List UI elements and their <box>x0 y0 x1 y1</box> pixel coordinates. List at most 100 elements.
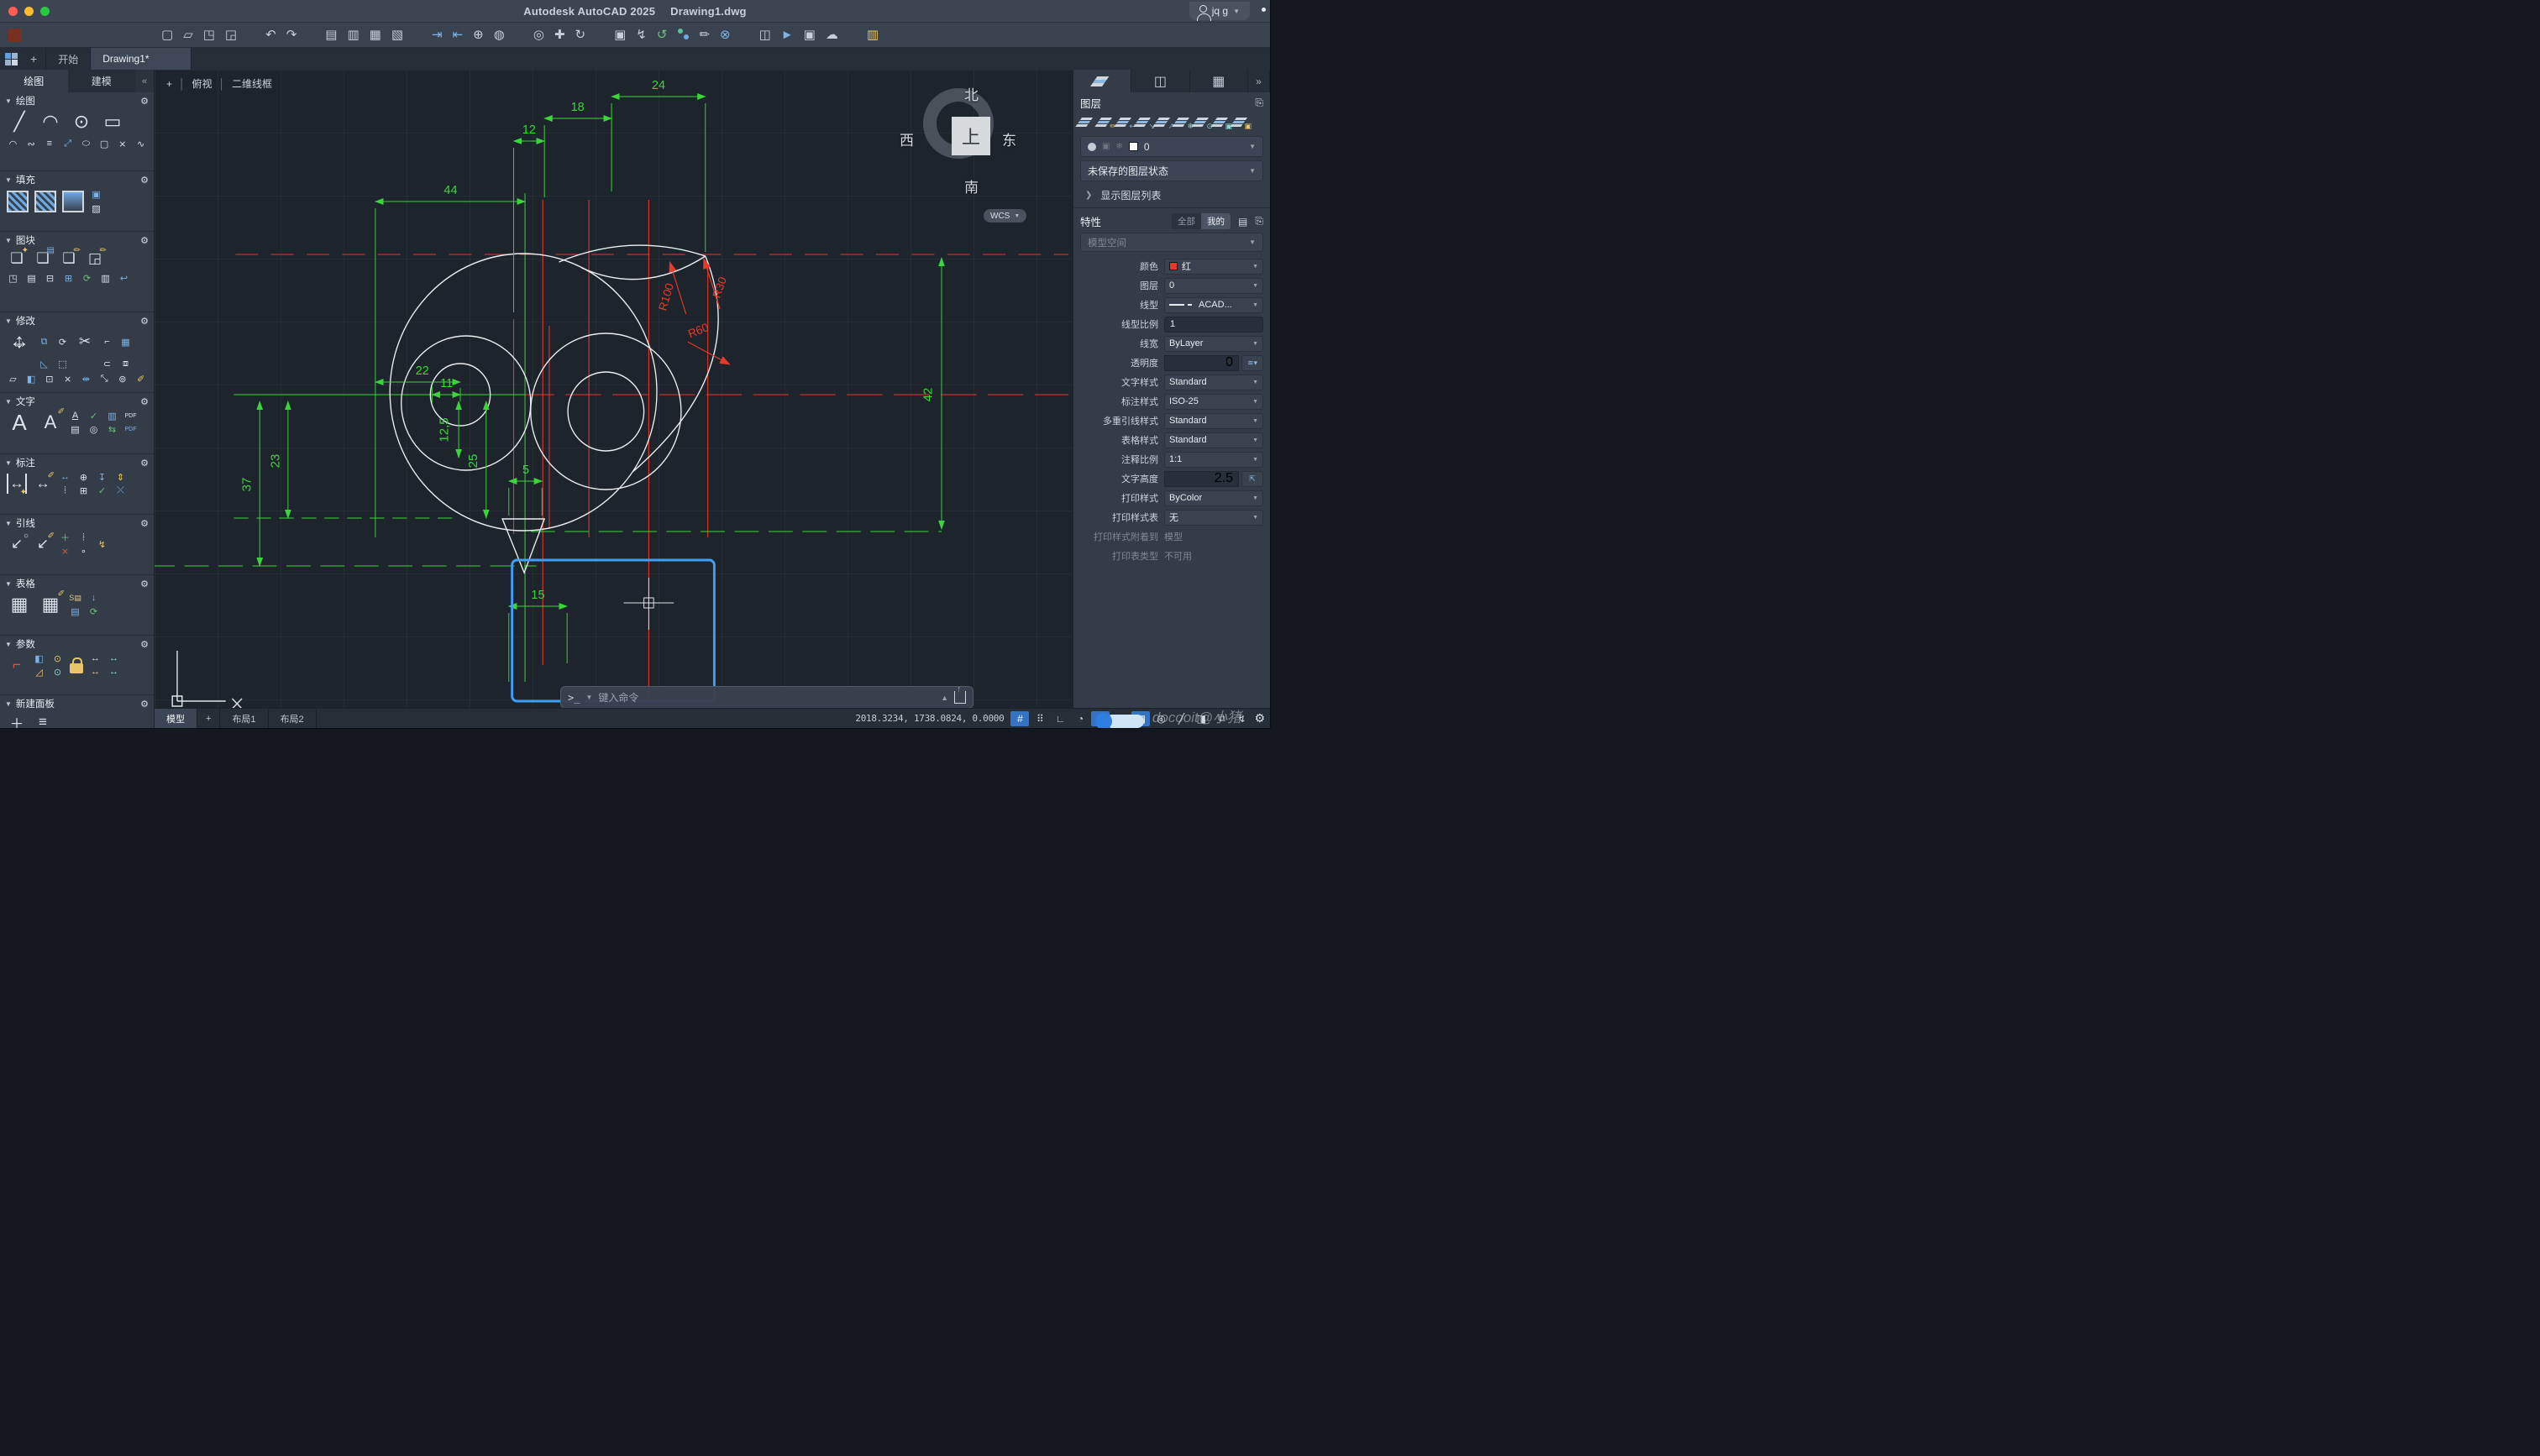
selection-cycling-button[interactable]: ⧉ <box>1212 711 1231 726</box>
tool-define-attribute-icon[interactable]: ⊞ <box>62 272 75 284</box>
tool-baseline-dim-icon[interactable]: ⦙ <box>59 484 71 496</box>
tool-offset-icon[interactable]: ⊂ <box>101 358 113 369</box>
property-control-打印样式[interactable]: ByColor ▼ <box>1164 490 1263 506</box>
tool-break-dim-icon[interactable]: ⤬ <box>114 484 127 496</box>
point-style-button[interactable] <box>672 28 694 42</box>
tool-hatch2-icon[interactable] <box>34 190 56 212</box>
tool-constraint-bulb2-icon[interactable]: ⊙ <box>51 666 64 678</box>
tool-dim-constraint4-icon[interactable]: ↔ <box>108 666 120 678</box>
tool-mtext-icon[interactable]: A <box>7 410 32 435</box>
filter-mine-button[interactable]: 我的 <box>1201 213 1231 229</box>
tool-show-constraints-icon[interactable]: ◿ <box>33 666 45 678</box>
tool-find-text-icon[interactable]: ◎ <box>87 423 100 435</box>
tool-stretch-icon[interactable]: ▱ <box>7 373 19 385</box>
tool-spell-check-icon[interactable]: ✓ <box>87 410 100 422</box>
tool-arc-icon[interactable]: ◠ <box>38 109 63 134</box>
tool-hatch-icon[interactable] <box>7 190 29 212</box>
isodraft-button[interactable]: ╱ <box>1172 711 1190 726</box>
tool-leader-style-icon[interactable]: ↙ ✐ <box>33 532 55 554</box>
tool-pdf-settings-icon[interactable]: PDF <box>124 423 137 435</box>
tool-multiline-icon[interactable]: ≡ <box>44 138 56 149</box>
tool-copy-icon[interactable]: ⧉ <box>38 336 50 348</box>
tool-boundary-icon[interactable]: ▣ <box>90 188 102 200</box>
property-control-表格样式[interactable]: Standard ▼ <box>1164 432 1263 448</box>
regen-button[interactable]: ↺ <box>652 29 673 41</box>
tool-dim-style-icon[interactable]: ↔ ✐ <box>33 471 55 494</box>
tab-layout2[interactable]: 布局2 <box>269 709 317 728</box>
object-snap-button[interactable]: ⊞ <box>1091 710 1110 726</box>
property-control-线型比例[interactable]: 1 <box>1164 316 1263 333</box>
gear-icon[interactable]: ⚙ <box>140 458 149 469</box>
attach-button[interactable]: ⊕ <box>468 29 489 41</box>
property-control-标注样式[interactable]: ISO-25 ▼ <box>1164 393 1263 410</box>
section-title[interactable]: 图块 <box>16 233 35 247</box>
layer-off-icon[interactable]: ⊙ <box>1195 117 1213 130</box>
quick-select-button[interactable]: ↯ <box>631 29 652 41</box>
save-button[interactable]: ◳ <box>198 29 220 41</box>
lineweight-button[interactable]: ≡ <box>1111 711 1130 726</box>
tool-dim-check-icon[interactable]: ✓ <box>96 484 108 496</box>
new-file-button[interactable]: ▢ <box>156 29 178 41</box>
tool-block-palette-icon[interactable]: ▥ <box>99 272 112 284</box>
import-button[interactable]: ⇥ <box>427 29 448 41</box>
annotation-monitor-button[interactable]: ◎ <box>1152 711 1170 726</box>
lock-constraint-icon[interactable] <box>70 657 83 673</box>
tool-dim-constraint-icon[interactable]: ↔ <box>89 652 102 664</box>
wcs-selector[interactable]: WCS ▼ <box>984 209 1027 223</box>
gear-icon[interactable]: ⚙ <box>140 175 149 186</box>
command-line[interactable]: >_ ▼ 键入命令 ▲ <box>560 684 973 708</box>
undo-button[interactable]: ↶ <box>260 29 281 41</box>
viewport-view-button[interactable]: 俯视 <box>192 76 213 91</box>
value-input[interactable]: 2.5 <box>1164 470 1239 487</box>
pan-button[interactable]: ✚ <box>549 29 570 41</box>
gear-icon[interactable]: ⚙ <box>140 639 149 650</box>
tool-array-icon[interactable]: ▦ <box>119 336 132 348</box>
section-title[interactable]: 参数 <box>16 637 35 651</box>
property-control-注释比例[interactable]: 1:1 ▼ <box>1164 451 1263 468</box>
gear-icon[interactable]: ⚙ <box>140 396 149 407</box>
tool-select-icon[interactable]: ⬚ <box>56 358 69 369</box>
tool-quick-dim-icon[interactable]: ⇕ <box>114 471 127 483</box>
gear-icon[interactable]: ⚙ <box>140 235 149 246</box>
layer-unisolate-icon[interactable]: ↗ <box>1157 117 1174 130</box>
tool-explode-icon[interactable]: ⧈ <box>119 358 132 369</box>
tool-add-leader-icon[interactable]: ＋ <box>59 532 71 543</box>
tool-block-table-icon[interactable]: ▤ <box>25 272 38 284</box>
tool-text-update-icon[interactable]: ⇆ <box>106 423 118 435</box>
app-menu-icon[interactable] <box>8 28 22 42</box>
layer-states-dropdown[interactable]: 未保存的图层状态 ▼ <box>1080 160 1263 181</box>
property-control-透明度[interactable]: 0 ≋▾ <box>1164 354 1263 371</box>
cloud-storage-button[interactable]: ☁ <box>821 29 843 41</box>
viewport-plus-button[interactable]: + <box>166 78 172 90</box>
tool-measure-icon[interactable]: ⤢ <box>61 138 74 149</box>
share-button[interactable]: ► <box>776 29 799 41</box>
tool-line-icon[interactable]: ╱ <box>7 109 32 134</box>
tool-list-button[interactable]: ≡ <box>33 712 53 728</box>
gear-icon[interactable]: ⚙ <box>140 518 149 529</box>
tool-write-block-icon[interactable]: ⊟ <box>44 272 56 284</box>
section-title[interactable]: 修改 <box>16 314 35 327</box>
new-layout-button[interactable]: + <box>197 709 221 728</box>
tab-layers[interactable] <box>1073 70 1132 92</box>
plot-button[interactable]: ▥ <box>342 29 364 41</box>
gear-icon[interactable]: ⚙ <box>140 316 149 327</box>
save-to-web-button[interactable]: ◍ <box>489 29 510 41</box>
zoom-window-tool-button[interactable]: ◎ <box>528 29 549 41</box>
command-history-button[interactable]: ▲ <box>941 694 948 702</box>
tool-rotate-icon[interactable]: ⟳ <box>56 336 69 348</box>
property-control-文字样式[interactable]: Standard ▼ <box>1164 374 1263 390</box>
filter-all-button[interactable]: 全部 <box>1172 213 1201 229</box>
new-drawing-tab-button[interactable]: + <box>22 48 47 70</box>
view-cube-top-face[interactable]: 上 <box>952 117 990 155</box>
property-control-文字高度[interactable]: 2.5 ⇱ <box>1164 470 1263 487</box>
tool-point-icon[interactable]: ⨯ <box>117 138 129 149</box>
tool-break-icon[interactable]: ⨯ <box>61 373 74 385</box>
section-title[interactable]: 标注 <box>16 456 35 469</box>
section-title[interactable]: 表格 <box>16 577 35 590</box>
section-title[interactable]: 新建面板 <box>16 697 55 710</box>
section-title[interactable]: 引线 <box>16 516 35 530</box>
layer-isolate-icon[interactable]: ↘ <box>1137 117 1155 130</box>
tool-move-icon[interactable] <box>7 329 32 354</box>
property-control-打印样式表[interactable]: 无 ▼ <box>1164 509 1263 526</box>
polar-tracking-button[interactable]: ◔ <box>1071 711 1089 726</box>
